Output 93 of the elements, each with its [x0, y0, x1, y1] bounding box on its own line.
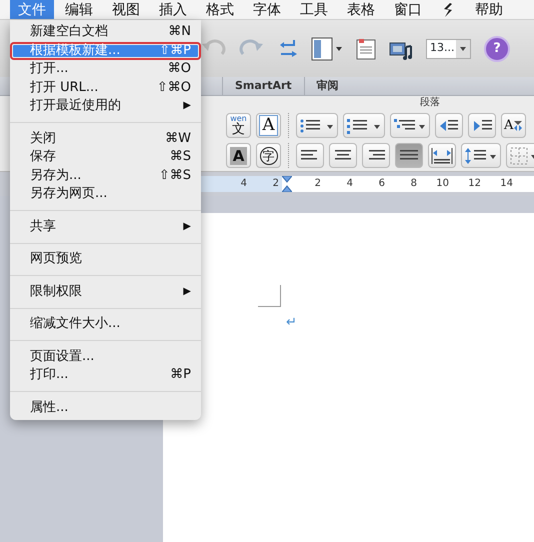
- ruler-number: 14: [499, 177, 514, 191]
- ruler-number: 2: [272, 177, 280, 191]
- menu-bar-item[interactable]: 插入: [151, 0, 195, 19]
- ruler-number: 4: [240, 177, 248, 191]
- menu-item[interactable]: 限制权限 ▶: [10, 282, 201, 301]
- menu-item[interactable]: 打开... ⌘O: [10, 60, 201, 78]
- shortcut-label: ⌘W: [165, 130, 191, 148]
- menu-item-label: 新建空白文档: [30, 23, 108, 41]
- menu-bar-item[interactable]: 工具: [292, 0, 336, 19]
- borders-button[interactable]: [506, 143, 534, 168]
- multilevel-list-button[interactable]: [390, 113, 430, 138]
- shortcut-label: ⌘P: [170, 366, 191, 384]
- numbering-button[interactable]: [343, 113, 385, 138]
- menu-item-label: 打开...: [30, 60, 68, 78]
- character-shading-button[interactable]: A: [226, 143, 251, 168]
- menu-item[interactable]: 缩减文件大小...: [10, 315, 201, 334]
- menu-item[interactable]: 保存 ⌘S: [10, 148, 201, 166]
- line-spacing-button[interactable]: [461, 143, 501, 168]
- menu-item-label: 关闭: [30, 130, 56, 148]
- menu-item-label: 打印...: [30, 366, 68, 384]
- ruler-number: 8: [410, 177, 418, 191]
- text-direction-button[interactable]: A: [501, 113, 526, 138]
- shortcut-label: ⌘N: [168, 23, 191, 41]
- ruler-number: 12: [467, 177, 482, 191]
- phonetic-guide-button[interactable]: wen 文: [226, 113, 251, 138]
- shortcut-label: ⇧⌘P: [159, 42, 191, 60]
- line-spacing-icon: [464, 146, 498, 166]
- submenu-arrow: ▶: [183, 99, 191, 113]
- menu-item[interactable]: 网页预览: [10, 250, 201, 268]
- bullets-button[interactable]: [296, 113, 338, 138]
- shortcut-label: ⌘S: [170, 148, 191, 166]
- menu-item-label: 另存为网页...: [30, 185, 108, 203]
- menu-item[interactable]: 另存为网页...: [10, 185, 201, 204]
- ruler-number: 10: [435, 177, 450, 191]
- menu-item-label: 根据模板新建...: [30, 42, 120, 60]
- increase-indent-button[interactable]: [468, 113, 496, 138]
- submenu-arrow: ▶: [183, 220, 191, 234]
- menu-item-label: 网页预览: [30, 250, 82, 268]
- ruler-number: 4: [346, 177, 354, 191]
- menu-bar-item[interactable]: 帮助: [467, 0, 511, 19]
- zoom-combo-box[interactable]: 13...: [426, 38, 471, 58]
- paragraph-mark: ↵: [286, 314, 297, 332]
- shortcut-label: ⇧⌘S: [158, 166, 191, 184]
- distributed-button[interactable]: [428, 143, 456, 168]
- menu-item-label: 另存为...: [30, 166, 82, 184]
- ruler-number: 2: [314, 177, 322, 191]
- group-title: 段落: [420, 97, 440, 108]
- layout-icon[interactable]: [311, 36, 343, 60]
- shortcut-label: ⌘O: [168, 60, 191, 78]
- menu-bar-item[interactable]: 窗口: [386, 0, 430, 19]
- document-icon[interactable]: [356, 38, 376, 60]
- menu-item[interactable]: 共享 ▶: [10, 218, 201, 236]
- decrease-indent-button[interactable]: [435, 113, 463, 138]
- menu-bar-item[interactable]: 文件: [10, 0, 54, 19]
- align-left-button[interactable]: [296, 143, 324, 168]
- menu-item[interactable]: 打开 URL... ⇧⌘O: [10, 78, 201, 97]
- swap-arrows-icon[interactable]: [278, 38, 298, 60]
- help-button[interactable]: ?: [484, 36, 510, 62]
- menu-bar-item[interactable]: 视图: [104, 0, 148, 19]
- shortcut-label: ⇧⌘O: [156, 78, 191, 96]
- menu-item-label: 打开 URL...: [30, 78, 98, 96]
- justify-button[interactable]: [395, 143, 423, 168]
- character-border-button[interactable]: A: [256, 113, 281, 138]
- menu-item[interactable]: 关闭 ⌘W: [10, 130, 201, 148]
- menu-item[interactable]: 根据模板新建... ⇧⌘P: [10, 42, 201, 60]
- menu-item-label: 限制权限: [30, 282, 82, 300]
- align-right-button[interactable]: [362, 143, 390, 168]
- ribbon-tab[interactable]: SmartArt: [222, 77, 304, 95]
- enclose-characters-button[interactable]: 字: [256, 143, 281, 168]
- margin-corner-mark: [258, 285, 281, 307]
- menu-item[interactable]: 页面设置...: [10, 348, 201, 366]
- menu-item-label: 保存: [30, 148, 56, 166]
- menu-bar-item[interactable]: 格式: [198, 0, 242, 19]
- menu-item-label: 缩减文件大小...: [30, 315, 120, 333]
- menu-item-label: 共享: [30, 218, 56, 236]
- menu-item-label: 打开最近使用的: [30, 97, 121, 115]
- menu-item[interactable]: 另存为... ⇧⌘S: [10, 166, 201, 185]
- menu-item[interactable]: 新建空白文档 ⌘N: [10, 23, 201, 42]
- ribbon-tab[interactable]: 审阅: [304, 77, 351, 95]
- menu-item-label: 页面设置...: [30, 348, 94, 366]
- menu-bar-item[interactable]: 编辑: [57, 0, 101, 19]
- menu-item[interactable]: 打印... ⌘P: [10, 366, 201, 384]
- distributed-icon: [431, 146, 453, 166]
- menu-item-label: 属性...: [30, 398, 68, 416]
- ruler-number: 6: [378, 177, 386, 191]
- direction-arrows-icon: [513, 120, 524, 130]
- menu-bar-item[interactable]: 字体: [245, 0, 289, 19]
- menu-bar-item[interactable]: 表格: [339, 0, 383, 19]
- menu-item[interactable]: 打开最近使用的 ▶: [10, 97, 201, 116]
- menu-item[interactable]: 属性...: [10, 398, 201, 417]
- submenu-arrow: ▶: [183, 284, 191, 298]
- borders-icon: [509, 146, 534, 166]
- align-center-button[interactable]: [329, 143, 357, 168]
